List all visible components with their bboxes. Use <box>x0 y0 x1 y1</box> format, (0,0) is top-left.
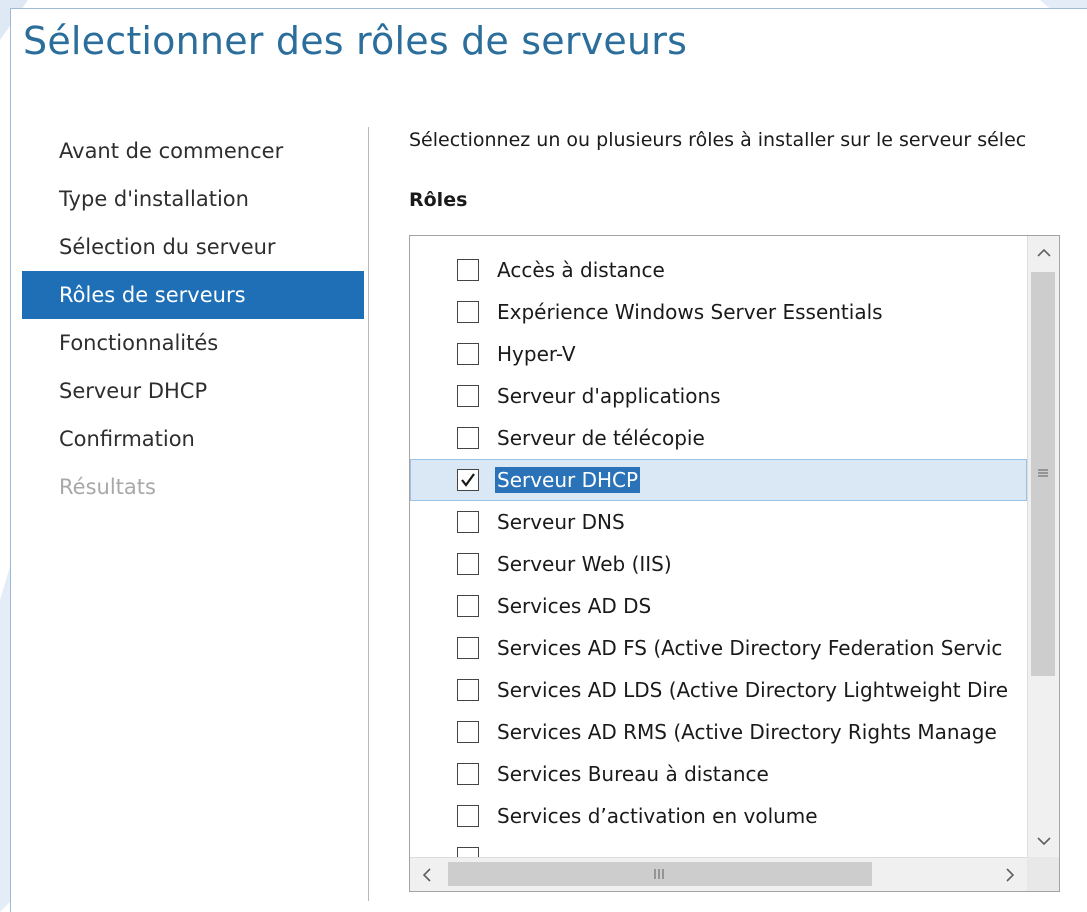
role-list-item[interactable]: Serveur DHCP <box>410 459 1027 501</box>
chevron-down-icon <box>1036 837 1051 846</box>
role-checkbox[interactable] <box>457 805 479 827</box>
role-checkbox[interactable] <box>457 763 479 785</box>
role-checkbox[interactable] <box>457 595 479 617</box>
role-list-item[interactable]: Services AD FS (Active Directory Federat… <box>410 627 1027 669</box>
role-list-item[interactable]: Services AD DS <box>410 585 1027 627</box>
role-checkbox[interactable] <box>457 259 479 281</box>
role-checkbox[interactable] <box>457 469 479 491</box>
role-label: Services AD LDS (Active Directory Lightw… <box>497 678 1009 702</box>
scroll-down-button[interactable] <box>1028 824 1059 858</box>
horizontal-scroll-thumb[interactable] <box>448 862 872 886</box>
role-label: Services Bureau à distance <box>497 762 769 786</box>
roles-listbox[interactable]: Accès à distance Expérience Windows Serve… <box>409 235 1060 892</box>
role-label: Hyper-V <box>497 342 576 366</box>
role-list-item[interactable]: Accès à distance <box>410 249 1027 291</box>
wizard-nav: Avant de commencer Type d'installation Sél… <box>22 127 364 511</box>
role-checkbox[interactable] <box>457 721 479 743</box>
nav-item: Résultats <box>59 475 156 499</box>
roles-description: Sélectionnez un ou plusieurs rôles à ins… <box>409 129 1027 151</box>
role-label: Serveur DNS <box>497 510 625 534</box>
checkmark-icon <box>461 473 475 487</box>
nav-item[interactable]: Rôles de serveurs <box>22 271 364 319</box>
role-list-item[interactable] <box>410 837 1027 858</box>
nav-item[interactable]: Sélection du serveur <box>22 223 364 271</box>
role-list-item[interactable]: Expérience Windows Server Essentials <box>410 291 1027 333</box>
grip-icon <box>654 869 664 879</box>
role-label: Services AD DS <box>497 594 652 618</box>
nav-item[interactable]: Fonctionnalités <box>22 319 364 367</box>
grip-icon <box>1038 469 1048 477</box>
role-label: Serveur d'applications <box>497 384 721 408</box>
chevron-left-icon <box>422 867 431 882</box>
role-checkbox[interactable] <box>457 511 479 533</box>
role-label: Serveur Web (IIS) <box>497 552 672 576</box>
role-label: Services d’activation en volume <box>497 804 818 828</box>
role-label: Serveur de télécopie <box>497 426 705 450</box>
wizard-window: Sélectionner des rôles de serveurs Avant… <box>10 8 1087 912</box>
role-list-item[interactable]: Services AD LDS (Active Directory Lightw… <box>410 669 1027 711</box>
role-list-item[interactable]: Hyper-V <box>410 333 1027 375</box>
role-label: Accès à distance <box>497 258 665 282</box>
nav-divider <box>368 127 369 901</box>
nav-item[interactable]: Serveur DHCP <box>22 367 364 415</box>
nav-item[interactable]: Avant de commencer <box>22 127 364 175</box>
role-label: Services AD FS (Active Directory Federat… <box>497 636 1003 660</box>
scroll-right-button[interactable] <box>993 858 1027 891</box>
vertical-scroll-thumb[interactable] <box>1031 272 1055 676</box>
chevron-right-icon <box>1006 867 1015 882</box>
role-label: Services AD RMS (Active Directory Rights… <box>497 720 997 744</box>
roles-list: Accès à distance Expérience Windows Serve… <box>410 249 1027 858</box>
vertical-scrollbar[interactable] <box>1027 236 1059 858</box>
role-list-item[interactable]: Serveur d'applications <box>410 375 1027 417</box>
scroll-corner <box>1027 857 1059 891</box>
chevron-up-icon <box>1036 248 1051 257</box>
scroll-left-button[interactable] <box>410 858 444 891</box>
horizontal-scrollbar[interactable] <box>410 857 1027 891</box>
role-checkbox[interactable] <box>457 553 479 575</box>
role-checkbox[interactable] <box>457 679 479 701</box>
scroll-up-button[interactable] <box>1028 236 1059 270</box>
role-checkbox[interactable] <box>457 343 479 365</box>
nav-item[interactable]: Confirmation <box>22 415 364 463</box>
roles-list-viewport: Accès à distance Expérience Windows Serve… <box>410 236 1027 858</box>
nav-item[interactable]: Type d'installation <box>22 175 364 223</box>
role-list-item[interactable]: Services AD RMS (Active Directory Rights… <box>410 711 1027 753</box>
role-list-item[interactable]: Services Bureau à distance <box>410 753 1027 795</box>
role-checkbox[interactable] <box>457 637 479 659</box>
role-list-item[interactable]: Serveur de télécopie <box>410 417 1027 459</box>
role-checkbox[interactable] <box>457 427 479 449</box>
role-label: Expérience Windows Server Essentials <box>497 300 883 324</box>
role-list-item[interactable]: Serveur DNS <box>410 501 1027 543</box>
role-label: Serveur DHCP <box>495 467 641 493</box>
roles-header: Rôles <box>409 189 468 211</box>
page-title: Sélectionner des rôles de serveurs <box>23 19 688 63</box>
role-checkbox[interactable] <box>457 301 479 323</box>
role-list-item[interactable]: Serveur Web (IIS) <box>410 543 1027 585</box>
role-checkbox[interactable] <box>457 385 479 407</box>
role-list-item[interactable]: Services d’activation en volume <box>410 795 1027 837</box>
